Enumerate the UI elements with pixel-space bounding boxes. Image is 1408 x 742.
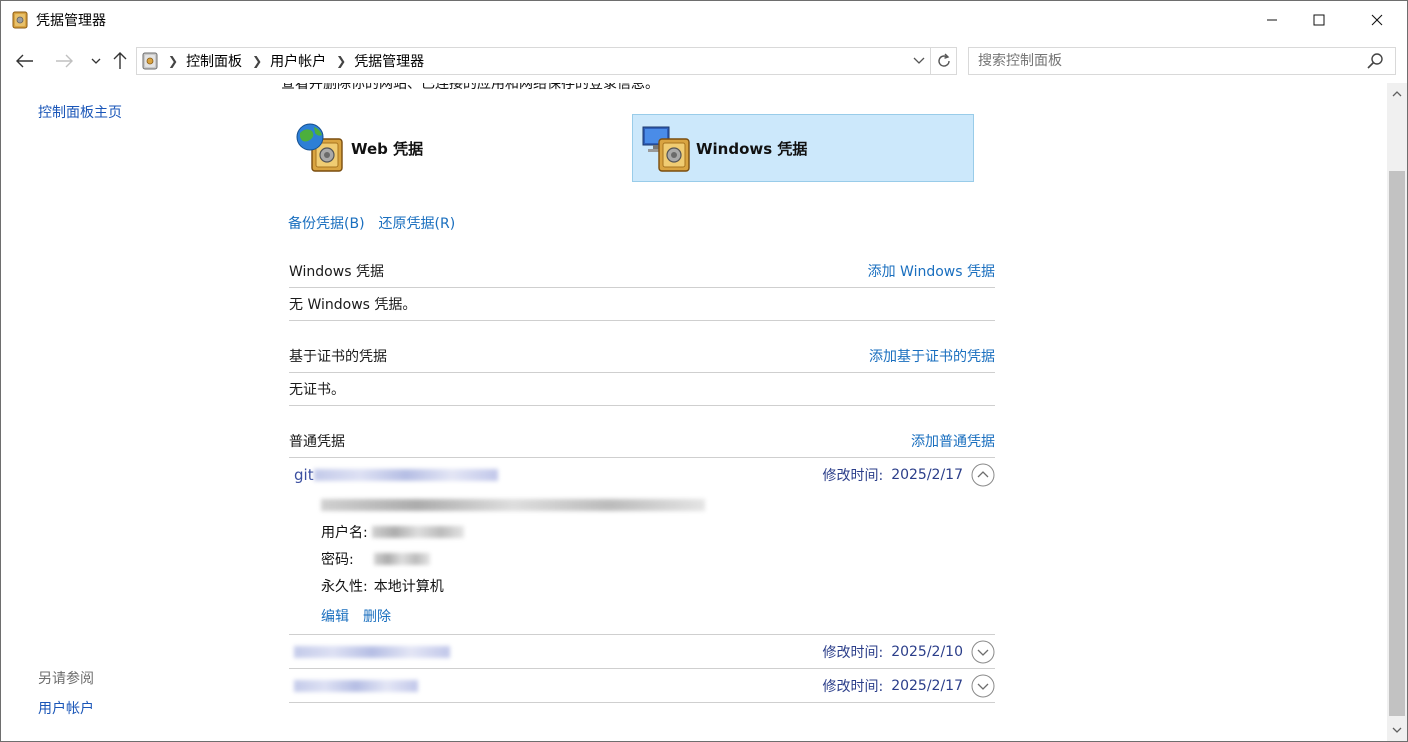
recent-locations-button[interactable] [83,48,109,74]
redacted-text [371,525,464,538]
close-icon [1371,14,1383,26]
username-line: 用户名: [321,518,995,545]
intro-text: 查看并删除你的网站、已连接的应用和网络保存的登录信息。 [281,83,659,92]
edit-credential-link[interactable]: 编辑 [321,606,349,626]
credential-name: git [294,466,498,484]
redacted-text [294,645,450,658]
maximize-icon [1313,14,1325,26]
section-header: 普通凭据 添加普通凭据 [289,425,995,458]
credential-item-header[interactable]: 修改时间: 2025/2/10 [289,635,995,668]
credential-manager-window: 凭据管理器 ❯ 控制面板 ❯ 用户帐户 ❯ 凭据管理器 搜索控制面板 控制面板主… [0,0,1408,742]
credential-details: 用户名: 密码: 永久性: 本地计算机 编辑 删除 [289,491,995,634]
address-history-dropdown[interactable] [911,53,927,69]
redacted-text [313,468,498,481]
scroll-down-arrow-icon [1392,727,1402,733]
back-button[interactable] [12,48,38,74]
credential-manager-app-icon [12,11,28,29]
search-box[interactable] [968,47,1396,75]
breadcrumb-separator-icon[interactable]: ❯ [252,54,262,68]
credential-address-line [321,491,995,518]
minimize-icon [1267,19,1277,21]
web-credentials-tile[interactable]: Web 凭据 [289,114,619,182]
maximize-button[interactable] [1296,1,1342,39]
arrow-right-icon [56,54,73,68]
section-title: 基于证书的凭据 [289,349,387,365]
section-empty-message: 无证书。 [289,373,995,406]
arrow-left-icon [16,54,33,68]
section-header: Windows 凭据 添加 Windows 凭据 [289,255,995,288]
scroll-up-arrow-icon [1392,91,1402,97]
scrollbar-thumb[interactable] [1389,171,1405,716]
modified-date: 2025/2/17 [891,677,963,694]
modified-date: 2025/2/10 [891,643,963,660]
scroll-down-button[interactable] [1387,721,1407,739]
chevron-down-circle-icon[interactable] [971,674,995,698]
breadcrumb-separator-icon[interactable]: ❯ [336,54,346,68]
up-button[interactable] [107,48,133,74]
breadcrumb-separator-icon[interactable]: ❯ [168,54,178,68]
web-credentials-label: Web 凭据 [351,139,424,158]
section-title: Windows 凭据 [289,264,384,280]
chevron-down-circle-icon[interactable] [971,640,995,664]
modified-time: 修改时间: 2025/2/17 [822,463,995,487]
backup-credentials-link[interactable]: 备份凭据(B) [288,213,365,233]
windows-credentials-section: Windows 凭据 添加 Windows 凭据 无 Windows 凭据。 [289,255,995,321]
windows-credentials-tile[interactable]: Windows 凭据 [632,114,974,182]
modified-time: 修改时间: 2025/2/10 [822,640,995,664]
generic-credentials-section: 普通凭据 添加普通凭据 git 修改时间: 2025/2/17 用户名: 密码:… [289,425,995,703]
navigation-bar: ❯ 控制面板 ❯ 用户帐户 ❯ 凭据管理器 [1,39,1407,83]
delete-credential-link[interactable]: 删除 [363,606,391,626]
vertical-scrollbar[interactable] [1387,83,1407,741]
persistence-line: 永久性: 本地计算机 [321,578,444,595]
forward-button[interactable] [51,48,77,74]
search-icon[interactable] [1365,51,1385,71]
window-title: 凭据管理器 [36,13,106,29]
close-button[interactable] [1354,1,1400,39]
backup-restore-links: 备份凭据(B) 还原凭据(R) [288,213,455,233]
modified-time: 修改时间: 2025/2/17 [822,674,995,698]
credential-item: git 修改时间: 2025/2/17 用户名: 密码: 永久性: 本地计算机 … [289,458,995,635]
section-header: 基于证书的凭据 添加基于证书的凭据 [289,340,995,373]
credential-actions: 编辑 删除 [321,606,995,626]
credential-item: 修改时间: 2025/2/10 [289,635,995,669]
web-credentials-safe-icon [296,123,343,172]
address-bar[interactable]: ❯ 控制面板 ❯ 用户帐户 ❯ 凭据管理器 [136,47,931,75]
restore-credentials-link[interactable]: 还原凭据(R) [379,213,456,233]
main-content: 查看并删除你的网站、已连接的应用和网络保存的登录信息。 Web 凭据 Windo… [1,83,1387,741]
scroll-up-button[interactable] [1387,85,1407,103]
credential-item: 修改时间: 2025/2/17 [289,669,995,703]
credential-item-header[interactable]: 修改时间: 2025/2/17 [289,669,995,702]
search-input[interactable] [978,53,1365,69]
section-title: 普通凭据 [289,434,345,450]
redacted-text [294,679,418,692]
redacted-text [321,498,705,511]
add-certificate-credential-link[interactable]: 添加基于证书的凭据 [869,346,995,366]
refresh-button[interactable] [931,47,957,75]
redacted-text [373,552,430,565]
add-generic-credential-link[interactable]: 添加普通凭据 [911,431,995,451]
password-line: 密码: [321,545,995,572]
section-empty-message: 无 Windows 凭据。 [289,288,995,321]
chevron-down-icon [91,58,101,64]
breadcrumb-control-panel[interactable]: 控制面板 [186,51,242,71]
windows-credentials-safe-icon [642,126,690,172]
chevron-down-icon [913,57,925,64]
arrow-up-icon [113,52,127,69]
refresh-icon [937,53,950,67]
add-windows-credential-link[interactable]: 添加 Windows 凭据 [868,261,995,281]
minimize-button[interactable] [1249,1,1295,39]
windows-credentials-label: Windows 凭据 [696,139,808,158]
breadcrumb-user-accounts[interactable]: 用户帐户 [270,51,326,71]
title-bar: 凭据管理器 [1,1,1407,39]
breadcrumb-credential-manager[interactable]: 凭据管理器 [354,51,424,71]
certificate-credentials-section: 基于证书的凭据 添加基于证书的凭据 无证书。 [289,340,995,406]
modified-date: 2025/2/17 [891,466,963,483]
chevron-up-circle-icon[interactable] [971,463,995,487]
credential-item-header[interactable]: git 修改时间: 2025/2/17 [289,458,995,491]
control-panel-location-icon [142,52,158,70]
